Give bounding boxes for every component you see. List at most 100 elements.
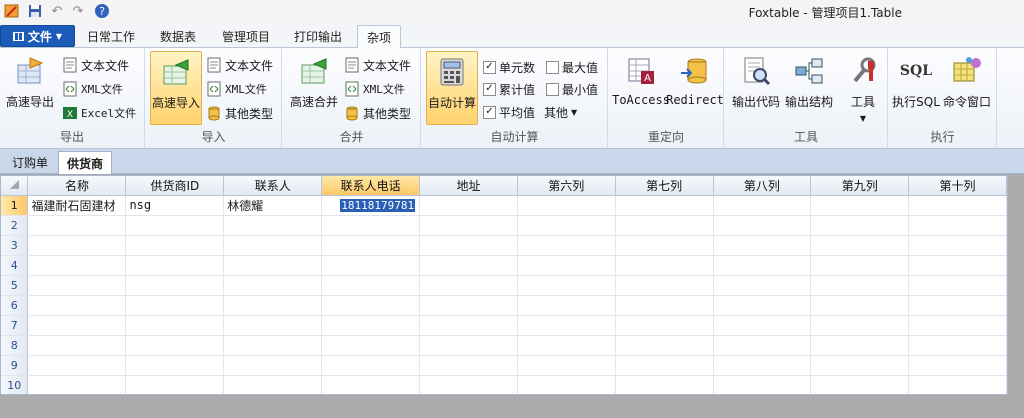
row-header[interactable]: 3 [1,235,29,256]
table-cell[interactable] [223,215,323,236]
table-cell[interactable] [713,335,812,356]
table-cell[interactable] [615,255,714,276]
table-cell[interactable] [615,355,714,376]
table-cell[interactable] [810,335,910,356]
table-cell[interactable] [419,335,518,356]
table-cell[interactable] [810,355,910,376]
sheet-tab-suppliers[interactable]: 供货商 [58,151,112,174]
table-cell[interactable] [908,275,1007,296]
table-cell[interactable] [810,275,910,296]
table-cell[interactable] [125,355,225,376]
selected-cell[interactable]: 18118179781 [321,195,421,216]
column-header[interactable]: 供货商ID [125,176,225,196]
table-cell[interactable] [125,315,225,336]
table-cell[interactable] [321,335,421,356]
row-header[interactable]: 1 [1,195,29,216]
redirect-button[interactable]: Redirect [666,51,724,125]
table-cell[interactable] [223,315,323,336]
table-cell[interactable] [713,255,812,276]
table-cell[interactable] [713,315,812,336]
average-checkbox[interactable]: ✓ 平均值 [483,102,535,122]
table-cell[interactable] [517,375,616,394]
auto-calc-button[interactable]: 自动计算 [426,51,478,125]
column-header[interactable]: 第七列 [615,176,714,196]
table-cell[interactable] [615,295,714,316]
import-xml-file-button[interactable]: XML文件 [206,79,267,99]
merge-text-file-button[interactable]: 文本文件 [344,55,411,75]
column-header[interactable]: 联系人 [223,176,323,196]
table-cell[interactable] [321,355,421,376]
table-cell[interactable] [27,275,127,296]
min-value-checkbox[interactable]: 最小值 [546,79,598,99]
table-cell[interactable] [615,195,714,216]
merge-xml-file-button[interactable]: XML文件 [344,79,405,99]
table-cell[interactable] [713,195,812,216]
table-cell[interactable] [125,335,225,356]
import-text-file-button[interactable]: 文本文件 [206,55,273,75]
table-cell[interactable] [321,295,421,316]
export-text-file-button[interactable]: 文本文件 [62,55,129,75]
column-header[interactable]: 第九列 [810,176,910,196]
table-cell[interactable] [810,315,910,336]
table-cell[interactable] [321,215,421,236]
table-cell[interactable] [713,355,812,376]
row-header[interactable]: 6 [1,295,29,316]
table-cell[interactable] [810,295,910,316]
table-cell[interactable] [713,375,812,394]
table-cell[interactable] [419,255,518,276]
table-cell[interactable] [517,315,616,336]
max-value-checkbox[interactable]: 最大值 [546,57,598,77]
cumulative-checkbox[interactable]: ✓ 累计值 [483,79,535,99]
table-cell[interactable] [27,255,127,276]
table-cell[interactable] [713,275,812,296]
table-cell[interactable] [223,255,323,276]
table-cell[interactable] [321,235,421,256]
table-cell[interactable] [517,295,616,316]
table-cell[interactable] [223,355,323,376]
table-cell[interactable] [517,215,616,236]
row-header[interactable]: 2 [1,215,29,236]
table-cell[interactable] [810,255,910,276]
fast-export-button[interactable]: 高速导出 [3,51,57,125]
fast-import-button[interactable]: 高速导入 [150,51,202,125]
table-cell[interactable] [27,295,127,316]
column-header[interactable]: 名称 [27,176,127,196]
table-cell[interactable] [615,375,714,394]
table-cell[interactable] [908,255,1007,276]
table-cell[interactable] [517,195,616,216]
table-cell[interactable] [615,335,714,356]
table-cell[interactable] [908,295,1007,316]
table-cell[interactable] [125,215,225,236]
table-cell[interactable] [223,295,323,316]
table-cell[interactable] [908,195,1007,216]
table-cell[interactable] [713,295,812,316]
table-cell[interactable] [27,315,127,336]
command-window-button[interactable]: 命令窗口 [941,51,993,125]
table-cell[interactable] [908,375,1007,394]
table-cell[interactable] [419,315,518,336]
row-header[interactable]: 8 [1,335,29,356]
export-code-button[interactable]: 输出代码 [730,51,782,125]
column-header[interactable]: 第八列 [713,176,812,196]
table-cell[interactable] [517,275,616,296]
table-cell[interactable] [517,335,616,356]
table-cell[interactable] [419,355,518,376]
redo-icon[interactable]: ↷ [70,3,86,19]
table-cell[interactable]: 福建耐石固建材 [27,195,127,216]
table-cell[interactable] [125,295,225,316]
table-cell[interactable] [810,375,910,394]
table-cell[interactable] [713,215,812,236]
undo-icon[interactable]: ↶ [49,3,65,19]
other-dropdown[interactable]: 其他 ▼ [544,102,577,122]
table-cell[interactable] [810,215,910,236]
table-cell[interactable] [321,275,421,296]
table-cell[interactable] [321,375,421,394]
table-cell[interactable] [125,275,225,296]
tab-misc[interactable]: 杂项 [357,25,401,49]
row-header[interactable]: 10 [1,375,29,394]
to-access-button[interactable]: A ToAccess [612,51,670,125]
table-cell[interactable] [615,315,714,336]
row-header[interactable]: 5 [1,275,29,296]
merge-other-type-button[interactable]: 其他类型 [344,103,411,123]
table-cell[interactable] [908,335,1007,356]
